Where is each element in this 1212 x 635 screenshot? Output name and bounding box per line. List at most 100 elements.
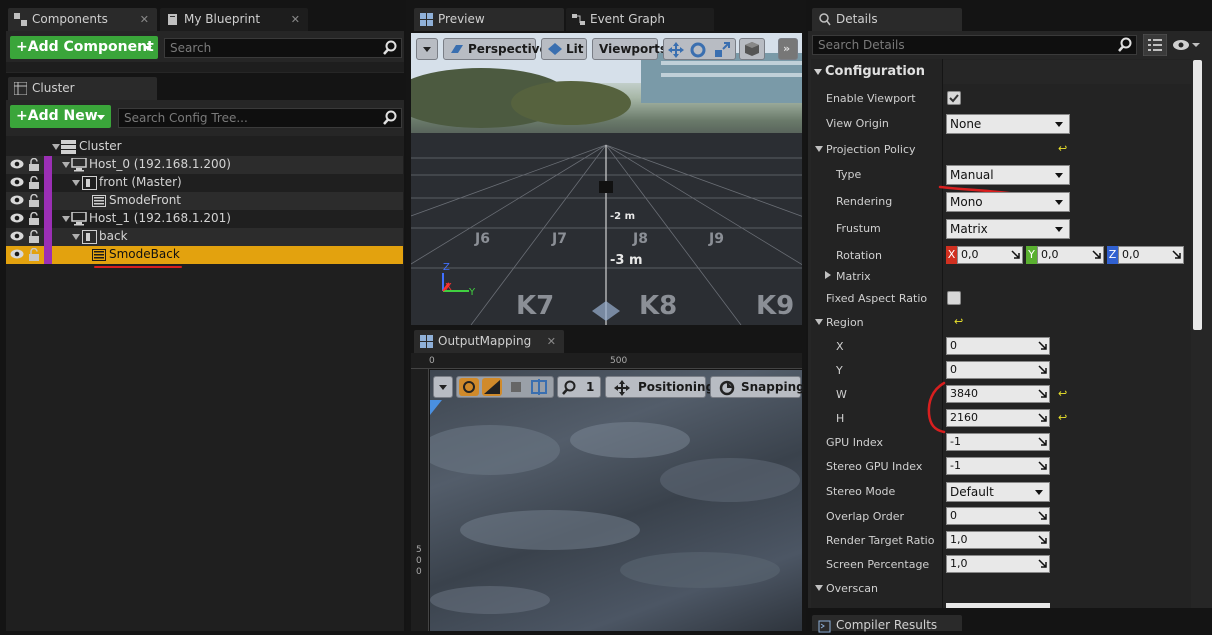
visibility-eye-icon[interactable]	[1172, 39, 1200, 51]
view-origin-dropdown[interactable]: None	[946, 114, 1070, 134]
section-configuration[interactable]: Configuration	[811, 60, 942, 84]
camera-speed-button[interactable]	[739, 38, 765, 60]
config-tree-search-input[interactable]: Search Config Tree...	[118, 108, 402, 128]
eye-icon[interactable]	[10, 231, 24, 241]
eye-icon[interactable]	[10, 195, 24, 205]
perspective-button[interactable]: Perspective	[443, 38, 548, 60]
label-stereo-gpu-index: Stereo GPU Index	[826, 460, 923, 473]
eye-icon[interactable]	[10, 177, 24, 187]
stereo-gpu-index-input[interactable]: -1	[946, 457, 1050, 475]
scale-icon[interactable]	[714, 42, 730, 58]
region-y-input[interactable]: 0	[946, 361, 1050, 379]
aspect-icon[interactable]	[482, 378, 502, 396]
tree-item-front[interactable]: front (Master)	[6, 174, 403, 192]
output-mapping-ruler: 0 500	[411, 353, 802, 369]
tree-item-smodefront[interactable]: SmodeFront	[6, 192, 403, 210]
expand-arrow-icon[interactable]	[72, 234, 80, 240]
region-w-input[interactable]: 3840	[946, 385, 1050, 403]
reset-to-default-icon[interactable]: ↩	[1058, 387, 1067, 400]
details-scrollbar[interactable]	[1193, 60, 1202, 330]
rotation-x-input[interactable]: 0,0	[957, 246, 1023, 264]
tab-cluster[interactable]: Cluster	[8, 77, 157, 100]
tab-components[interactable]: Components ✕	[8, 8, 157, 31]
tree-item-cluster[interactable]: Cluster	[6, 138, 403, 156]
stop-icon[interactable]	[507, 379, 525, 395]
rotate-icon[interactable]	[690, 42, 706, 58]
stereo-mode-dropdown[interactable]: Default	[946, 482, 1050, 502]
tab-event-graph[interactable]: Event Graph	[566, 8, 714, 31]
eye-icon[interactable]	[10, 213, 24, 223]
snapping-button[interactable]: Snapping	[710, 376, 805, 398]
lock-icon[interactable]	[28, 176, 40, 190]
mapping-tools[interactable]	[456, 376, 554, 398]
output-mapping-canvas[interactable]	[430, 370, 802, 631]
preview-viewport[interactable]: J6 J7 J8 J9 K7 K8 K9 -3 m -2 m Z X Y	[411, 33, 802, 325]
screen-percentage-input[interactable]: 1,0	[946, 555, 1050, 573]
reset-to-default-icon[interactable]: ↩	[1058, 142, 1067, 155]
lock-icon[interactable]	[28, 212, 40, 226]
viewports-button[interactable]: Viewports	[592, 38, 667, 60]
positioning-button[interactable]: Positioning	[605, 376, 714, 398]
lock-icon[interactable]	[28, 248, 40, 262]
rotation-z-input[interactable]: 0,0	[1118, 246, 1184, 264]
fixed-aspect-ratio-checkbox[interactable]	[947, 291, 961, 305]
crosshair-icon[interactable]	[530, 379, 548, 395]
mapping-options-button[interactable]	[433, 376, 453, 398]
tree-item-smodeback[interactable]: SmodeBack	[6, 246, 403, 264]
collapse-arrow-icon[interactable]	[815, 585, 823, 591]
lock-icon[interactable]	[28, 194, 40, 208]
tab-my-blueprint[interactable]: My Blueprint ✕	[160, 8, 308, 31]
lit-button[interactable]: Lit	[541, 38, 587, 60]
reset-to-default-icon[interactable]: ↩	[1058, 411, 1067, 424]
rendering-dropdown[interactable]: Mono	[946, 192, 1070, 212]
expand-arrow-icon[interactable]	[52, 144, 60, 150]
eye-icon[interactable]	[10, 249, 24, 259]
region-h-input[interactable]: 2160	[946, 409, 1050, 427]
add-new-button[interactable]: +Add New	[10, 105, 111, 128]
grid-label-j9: J9	[709, 231, 724, 247]
expand-arrow-icon[interactable]	[72, 180, 80, 186]
expand-arrow-icon[interactable]	[62, 162, 70, 168]
rotation-x-field[interactable]: X 0,0	[946, 246, 1023, 264]
rotation-z-field[interactable]: Z 0,0	[1107, 246, 1184, 264]
resize-arrow-icon	[1038, 559, 1047, 568]
add-component-button[interactable]: +Add Component	[10, 36, 158, 59]
tab-details[interactable]: Details	[812, 8, 962, 31]
close-icon[interactable]: ✕	[140, 8, 149, 31]
viewport-overflow-button[interactable]: »	[778, 38, 798, 60]
transform-tools[interactable]	[663, 38, 736, 60]
overlap-order-input[interactable]: 0	[946, 507, 1050, 525]
region-x-input[interactable]: 0	[946, 337, 1050, 355]
tree-item-host-1[interactable]: Host_1 (192.168.1.201)	[6, 210, 403, 228]
components-search-input[interactable]: Search	[164, 38, 402, 58]
expand-arrow-icon[interactable]	[825, 271, 831, 279]
tab-preview[interactable]: Preview	[414, 8, 564, 31]
eye-icon[interactable]	[10, 159, 24, 169]
close-icon[interactable]: ✕	[547, 330, 556, 353]
viewport-options-button[interactable]	[416, 38, 438, 60]
zoom-button[interactable]: 1	[557, 376, 601, 398]
tab-output-mapping[interactable]: OutputMapping ✕	[414, 330, 564, 353]
dropdown-arrow-icon	[1055, 173, 1063, 178]
enable-viewport-checkbox[interactable]	[947, 91, 961, 105]
collapse-arrow-icon[interactable]	[815, 146, 823, 152]
property-matrix-icon[interactable]	[1143, 34, 1167, 56]
tree-item-host-0[interactable]: Host_0 (192.168.1.200)	[6, 156, 403, 174]
help-icon[interactable]	[459, 378, 479, 396]
close-icon[interactable]: ✕	[291, 8, 300, 31]
expand-arrow-icon[interactable]	[62, 216, 70, 222]
annotation-underline	[94, 266, 182, 268]
lock-icon[interactable]	[28, 230, 40, 244]
tree-item-back[interactable]: back	[6, 228, 403, 246]
details-search-input[interactable]: Search Details	[812, 35, 1137, 55]
frustum-dropdown[interactable]: Matrix	[946, 219, 1070, 239]
rotation-y-field[interactable]: Y 0,0	[1026, 246, 1104, 264]
move-icon[interactable]	[668, 42, 684, 58]
collapse-arrow-icon[interactable]	[815, 319, 823, 325]
rotation-y-input[interactable]: 0,0	[1037, 246, 1104, 264]
tab-compiler-results[interactable]: Compiler Results	[812, 615, 962, 633]
reset-to-default-icon[interactable]: ↩	[954, 315, 963, 328]
lock-icon[interactable]	[28, 158, 40, 172]
gpu-index-input[interactable]: -1	[946, 433, 1050, 451]
render-target-ratio-input[interactable]: 1,0	[946, 531, 1050, 549]
